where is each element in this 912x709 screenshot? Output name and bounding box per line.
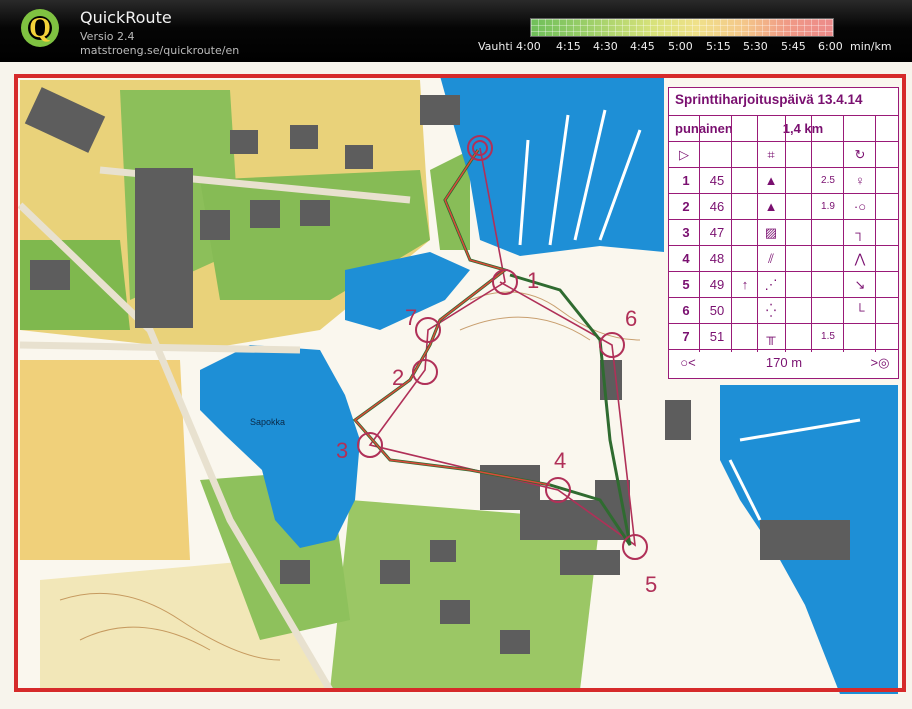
control-desc-size: 2.5 [821,175,835,186]
control-number-2: 2 [392,365,405,390]
dots-icon: ⁛ [765,303,777,318]
pace-tick: 5:00 [668,40,693,53]
pace-tick: 5:45 [781,40,806,53]
up-arrow-icon: ↑ [741,277,749,292]
control-desc-num: 3 [682,225,690,240]
fence-icon: ╥ [766,329,776,344]
location-icon: └ [855,303,865,318]
pace-tick: 5:15 [706,40,731,53]
control-description-sheet: Sprinttiharjoituspäivä 13.4.14 punainen … [668,87,899,379]
location-icon: ┐ [855,225,865,240]
pace-color-scale [530,18,834,37]
app-header: Q QuickRoute Versio 2.4 matstroeng.se/qu… [0,0,912,62]
stairs-icon: ⋰ [764,277,778,292]
triangle-icon: ▲ [764,199,778,214]
control-desc-num: 2 [682,199,690,214]
control-desc-num: 1 [682,173,690,188]
location-icon: ⋀ [854,251,866,266]
control-desc-size: 1.9 [821,201,835,212]
pace-tick: 6:00 [818,40,843,53]
control-desc-code: 45 [709,173,725,188]
quickroute-logo-icon: Q [21,9,59,47]
legend-course-name: punainen [675,121,733,136]
control-desc-num: 5 [682,277,690,292]
control-number-4: 4 [554,448,567,473]
pace-tick: 4:30 [593,40,618,53]
pace-unit: min/km [850,40,892,53]
control-desc-num: 6 [682,303,690,318]
finish-icon: >◎ [870,355,890,370]
control-desc-num: 7 [682,329,690,344]
control-desc-code: 51 [709,329,725,344]
start-direction-icon: ↻ [854,147,866,162]
control-number-5: 5 [645,572,658,597]
start-feature-icon: ⌗ [767,147,775,162]
control-desc-code: 50 [709,303,725,318]
control-desc-code: 47 [709,225,725,240]
app-url: matstroeng.se/quickroute/en [80,44,240,57]
stairs-icon: ⫽ [768,251,774,266]
control-number-7: 7 [405,305,418,330]
location-icon: ·○ [853,199,867,214]
pace-tick: 4:45 [630,40,655,53]
app-version: Versio 2.4 [80,30,135,43]
finish-distance: 170 m [765,355,803,370]
lake-label: Sapokka [250,417,285,427]
pace-tick: 4:15 [556,40,581,53]
control-desc-code: 46 [709,199,725,214]
control-desc-size: 1.5 [821,331,835,342]
pace-tick: 4:00 [516,40,541,53]
control-desc-code: 48 [709,251,725,266]
location-icon: ♀ [855,173,865,188]
control-number-3: 3 [336,438,349,463]
location-icon: ↘ [854,277,866,292]
start-triangle-icon: ▷ [679,147,689,162]
pace-tick: 5:30 [743,40,768,53]
pace-scale-label: Vauhti [478,40,513,53]
hatched-square-icon: ▨ [764,225,778,240]
app-title: QuickRoute [80,8,172,27]
control-number-1: 1 [527,268,540,293]
control-desc-num: 4 [682,251,690,266]
triangle-icon: ▲ [764,173,778,188]
control-number-6: 6 [625,306,638,331]
control-desc-code: 49 [709,277,725,292]
last-control-icon: ○< [680,355,696,370]
legend-course-length: 1,4 km [782,121,824,136]
svg-text:Q: Q [29,13,51,44]
legend-title: Sprinttiharjoituspäivä 13.4.14 [675,92,863,107]
